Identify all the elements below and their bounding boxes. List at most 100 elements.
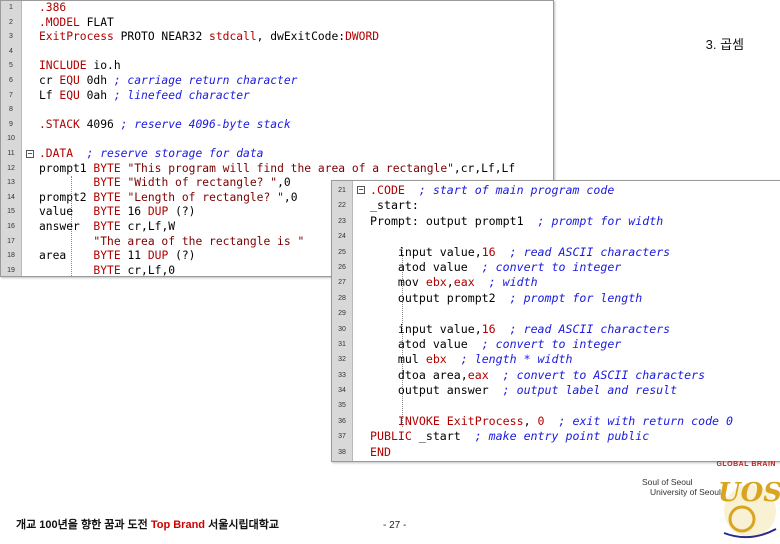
- code-token: PROTO NEAR32: [113, 30, 210, 44]
- code-line: 28 output prompt2 ; prompt for length: [332, 291, 780, 306]
- code-token: cr,Lf,0: [120, 263, 176, 277]
- footer-slogan-part1: 개교 100년을 향한 꿈과 도전: [16, 519, 148, 531]
- line-number: 23: [338, 217, 346, 225]
- code-text: output answer ; output label and result: [370, 383, 677, 398]
- line-number: 27: [338, 279, 346, 287]
- code-line: 10: [1, 132, 553, 147]
- code-token: .STACK: [39, 117, 80, 131]
- line-number: 8: [9, 106, 13, 114]
- code-line: 30 input value,16 ; read ASCII character…: [332, 322, 780, 337]
- code-token: BYTE: [93, 176, 121, 190]
- line-number: 31: [338, 340, 346, 348]
- code-token: "The area of the rectangle is ": [93, 234, 305, 248]
- code-token: DUP: [147, 249, 169, 263]
- code-token: 16: [120, 205, 148, 219]
- line-number: 37: [338, 433, 346, 441]
- line-number: 36: [338, 417, 346, 425]
- line-number: 30: [338, 325, 346, 333]
- code-token: ; carriage return character: [113, 73, 298, 87]
- code-text: END: [370, 445, 391, 460]
- code-text: prompt2 BYTE "Length of rectangle? ",0: [39, 191, 298, 206]
- fold-toggle-icon[interactable]: −: [357, 186, 365, 194]
- page-number: - 27 -: [383, 520, 407, 531]
- line-number: 12: [7, 164, 15, 172]
- code-line: 6 cr EQU 0dh ; carriage return character: [1, 74, 553, 89]
- code-text: BYTE "Width of rectangle? ",0: [39, 176, 290, 191]
- code-token: INCLUDE: [39, 59, 87, 73]
- code-token: ; length * width: [460, 352, 573, 367]
- code-token: Lf: [39, 88, 60, 102]
- code-lines: 21 − .CODE ; start of main program code 22 _…: [332, 183, 780, 460]
- code-token: ,: [523, 413, 538, 428]
- line-number: 13: [7, 179, 15, 187]
- line-number: 25: [338, 248, 346, 256]
- code-line: 5 INCLUDE io.h: [1, 59, 553, 74]
- code-line: 23 Prompt: output prompt1 ; prompt for wi…: [332, 214, 780, 229]
- fold-toggle-icon[interactable]: −: [26, 149, 34, 158]
- code-token: DWORD: [345, 30, 380, 44]
- line-number: 9: [9, 120, 13, 128]
- code-line: 36 INVOKE ExitProcess, 0 ; exit with ret…: [332, 414, 780, 429]
- code-token: ; exit with return code 0: [558, 413, 734, 428]
- line-number: 2: [9, 18, 13, 26]
- code-token: EQU: [59, 73, 80, 87]
- code-token: dtoa area,: [370, 367, 468, 382]
- code-text: ExitProcess PROTO NEAR32 stdcall, dwExit…: [39, 30, 379, 45]
- code-token: eax: [467, 367, 489, 382]
- line-number: 7: [9, 91, 13, 99]
- code-text: prompt1 BYTE "This program will find the…: [39, 162, 515, 177]
- code-text: value BYTE 16 DUP (?): [39, 205, 195, 220]
- code-token: BYTE: [93, 263, 121, 277]
- line-number: 16: [7, 222, 15, 230]
- code-token: area: [39, 249, 94, 263]
- code-token: .CODE: [370, 183, 405, 197]
- code-text: .DATA ; reserve storage for data: [39, 147, 263, 162]
- line-number: 4: [9, 47, 13, 55]
- code-text: atod value ; convert to integer: [370, 260, 621, 275]
- code-token: ; convert to ASCII characters: [502, 367, 706, 382]
- code-token: BYTE: [93, 219, 121, 233]
- code-token: output answer: [370, 383, 503, 398]
- code-line: 32 mul ebx ; length * width: [332, 352, 780, 367]
- code-line: 31 atod value ; convert to integer: [332, 337, 780, 352]
- code-token: _start:: [370, 198, 419, 213]
- line-number: 1: [9, 4, 13, 11]
- code-line: 1 .386: [1, 1, 553, 16]
- code-line: 24: [332, 229, 780, 244]
- code-token: EQU: [59, 88, 80, 102]
- code-token: ; output label and result: [502, 383, 678, 398]
- line-number: 22: [338, 202, 346, 210]
- code-text: BYTE cr,Lf,0: [39, 263, 176, 277]
- code-line: 7 Lf EQU 0ah ; linefeed character: [1, 89, 553, 104]
- code-text: dtoa area,eax ; convert to ASCII charact…: [370, 368, 705, 383]
- logo-top-text: GLOBAL BRAIN: [716, 461, 776, 468]
- code-token: Prompt: output prompt1: [370, 213, 538, 228]
- code-token: 4096: [79, 117, 121, 131]
- code-token: stdcall: [209, 30, 257, 44]
- line-number: 34: [338, 387, 346, 395]
- code-text: mov ebx,eax ; width: [370, 275, 538, 290]
- code-text: .CODE ; start of main program code: [370, 183, 614, 198]
- code-token: (?): [168, 205, 196, 219]
- logo-emblem-text: UOS: [720, 478, 780, 508]
- code-token: .386: [39, 1, 67, 14]
- code-token: prompt2: [39, 190, 94, 204]
- code-token: , dwExitCode:: [256, 30, 346, 44]
- line-number: 5: [9, 62, 13, 70]
- code-line: 26 atod value ; convert to integer: [332, 260, 780, 275]
- line-number: 32: [338, 356, 346, 364]
- code-token: io.h: [86, 59, 121, 73]
- code-token: ; convert to integer: [481, 259, 622, 274]
- code-token: ; read ASCII characters: [509, 244, 671, 259]
- code-text: mul ebx ; length * width: [370, 352, 573, 367]
- code-token: BYTE: [93, 161, 121, 175]
- code-token: 0dh: [79, 73, 114, 87]
- code-line: 35: [332, 398, 780, 413]
